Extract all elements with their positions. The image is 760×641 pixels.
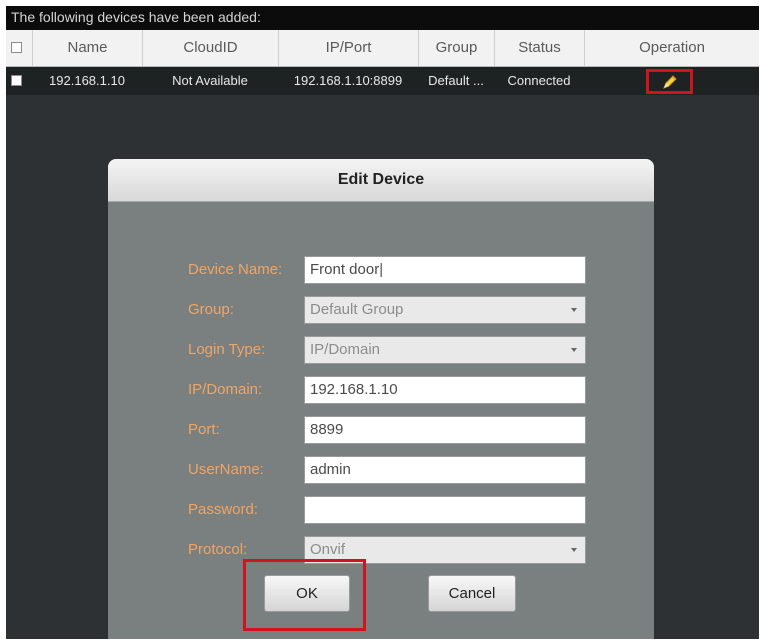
added-devices-banner: The following devices have been added: <box>6 6 759 30</box>
column-header-operation[interactable]: Operation <box>584 30 759 66</box>
column-header-status[interactable]: Status <box>494 30 584 66</box>
cloudid-cell: Not Available <box>172 73 248 88</box>
table-header: Name CloudID IP/Port Group Status Operat… <box>6 30 759 67</box>
row-checkbox[interactable] <box>11 75 22 86</box>
column-header-cloudid[interactable]: CloudID <box>142 30 278 66</box>
column-header-ip-port[interactable]: IP/Port <box>278 30 418 66</box>
column-header-name[interactable]: Name <box>32 30 142 66</box>
login-type-select[interactable]: IP/Domain <box>304 336 586 364</box>
dialog-title: Edit Device <box>108 159 654 202</box>
username-input[interactable]: admin <box>304 456 586 484</box>
ok-button[interactable]: OK <box>264 575 350 612</box>
pencil-icon <box>662 74 677 89</box>
column-header-group[interactable]: Group <box>418 30 494 66</box>
edit-device-dialog: Edit Device Device Name: Front door| Gro… <box>108 159 654 639</box>
select-all-checkbox[interactable] <box>11 42 22 53</box>
chevron-down-icon <box>571 348 577 352</box>
username-value: admin <box>310 461 351 478</box>
table-row[interactable]: 192.168.1.10 Not Available 192.168.1.10:… <box>6 67 759 95</box>
device-name-input[interactable]: Front door| <box>304 256 586 284</box>
ip-domain-value: 192.168.1.10 <box>310 381 398 398</box>
chevron-down-icon <box>571 548 577 552</box>
password-label: Password: <box>188 501 259 518</box>
group-label: Group: <box>188 301 234 318</box>
password-input[interactable] <box>304 496 586 524</box>
device-manager-window: The following devices have been added: N… <box>6 6 759 639</box>
protocol-value: Onvif <box>310 541 346 558</box>
status-cell: Connected <box>507 73 571 88</box>
device-name-cell: 192.168.1.10 <box>49 73 125 88</box>
device-name-value: Front door <box>310 261 380 278</box>
protocol-label: Protocol: <box>188 541 248 558</box>
group-cell: Default ... <box>428 73 484 88</box>
login-type-label: Login Type: <box>188 341 266 358</box>
edit-device-button[interactable] <box>646 69 693 94</box>
port-label: Port: <box>188 421 220 438</box>
group-select[interactable]: Default Group <box>304 296 586 324</box>
login-type-value: IP/Domain <box>310 341 381 358</box>
cancel-button[interactable]: Cancel <box>428 575 516 612</box>
port-value: 8899 <box>310 421 344 438</box>
port-input[interactable]: 8899 <box>304 416 586 444</box>
device-name-label: Device Name: <box>188 261 283 278</box>
chevron-down-icon <box>571 308 577 312</box>
ip-port-cell: 192.168.1.10:8899 <box>293 73 403 88</box>
ip-domain-input[interactable]: 192.168.1.10 <box>304 376 586 404</box>
group-select-value: Default Group <box>310 301 404 318</box>
username-label: UserName: <box>188 461 264 478</box>
ip-domain-label: IP/Domain: <box>188 381 263 398</box>
